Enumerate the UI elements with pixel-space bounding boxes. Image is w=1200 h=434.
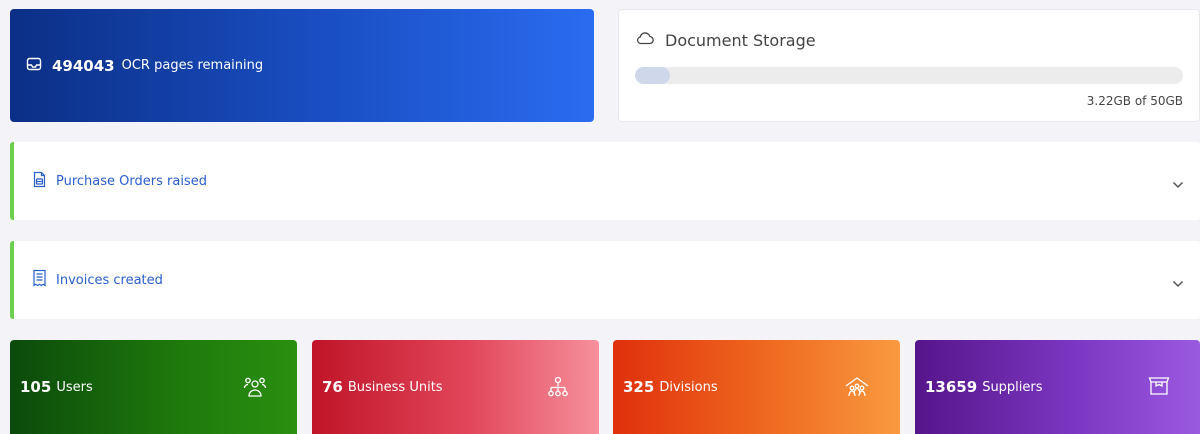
box-icon [1148, 376, 1170, 400]
inbox-icon [26, 56, 42, 76]
document-storage-title: Document Storage [665, 30, 816, 50]
suppliers-stat-card[interactable]: 13659 Suppliers [915, 340, 1200, 434]
ocr-pages-count: 494043 [52, 56, 115, 75]
storage-progress-bar [635, 67, 1183, 84]
business-units-label: Business Units [347, 379, 443, 395]
users-icon [243, 376, 267, 402]
purchase-order-icon [32, 171, 47, 192]
storage-amount: 3.22GB of 50GB [1086, 94, 1183, 108]
divisions-stat-card[interactable]: 325 Divisions [613, 340, 900, 434]
divisions-count: 325 [623, 378, 655, 396]
invoices-label: Invoices created [56, 272, 163, 288]
ocr-pages-label: OCR pages remaining [121, 58, 264, 73]
suppliers-count: 13659 [925, 378, 978, 396]
cloud-icon [635, 30, 655, 50]
chevron-down-icon[interactable] [1172, 174, 1184, 193]
business-units-stat-card[interactable]: 76 Business Units [312, 340, 599, 434]
ocr-pages-card: 494043 OCR pages remaining [10, 9, 594, 122]
business-units-count: 76 [322, 378, 343, 396]
chevron-down-icon[interactable] [1172, 273, 1184, 292]
divisions-label: Divisions [659, 379, 718, 395]
receipt-icon [32, 269, 47, 291]
suppliers-label: Suppliers [982, 379, 1043, 395]
org-chart-icon [547, 376, 569, 402]
storage-progress-fill [635, 67, 671, 84]
purchase-orders-panel[interactable]: Purchase Orders raised [10, 142, 1200, 220]
purchase-orders-label: Purchase Orders raised [56, 173, 207, 189]
users-stat-card[interactable]: 105 Users [10, 340, 297, 434]
users-label: Users [56, 379, 93, 395]
invoices-panel[interactable]: Invoices created [10, 241, 1200, 319]
document-storage-card: Document Storage 3.22GB of 50GB [618, 9, 1200, 122]
divisions-icon [844, 376, 870, 402]
users-count: 105 [20, 378, 52, 396]
